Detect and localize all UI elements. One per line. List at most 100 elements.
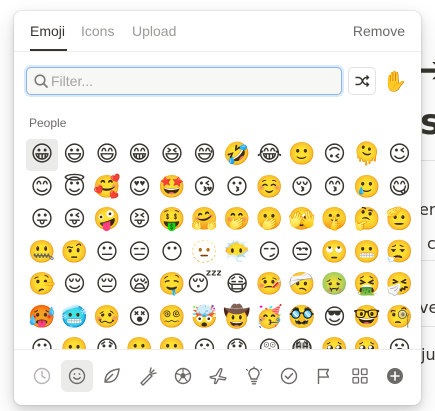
emoji-cell[interactable]: 🫣 xyxy=(286,204,318,236)
emoji-cell[interactable]: 🫠 xyxy=(351,139,383,171)
emoji-cell[interactable]: 🤭 xyxy=(221,204,253,236)
emoji-cell[interactable]: 🙄 xyxy=(319,237,351,269)
emoji-cell[interactable]: 😜 xyxy=(59,204,91,236)
search-box xyxy=(26,67,342,95)
emoji-cell[interactable]: 🫥 xyxy=(189,237,221,269)
category-custom[interactable] xyxy=(344,360,376,392)
emoji-cell[interactable]: 🤢 xyxy=(319,269,351,301)
emoji-cell[interactable]: 😃 xyxy=(59,139,91,171)
emoji-cell[interactable]: 😋 xyxy=(384,172,416,204)
emoji-cell[interactable]: 🤨 xyxy=(59,237,91,269)
emoji-cell[interactable]: 🤤 xyxy=(156,269,188,301)
background-heading-fragment: s xyxy=(420,102,435,143)
category-people[interactable] xyxy=(61,360,93,392)
emoji-cell[interactable]: 🙂 xyxy=(286,139,318,171)
emoji-cell[interactable]: 😊 xyxy=(26,172,58,204)
tab-emoji[interactable]: Emoji xyxy=(30,23,65,39)
tab-icons[interactable]: Icons xyxy=(81,23,114,39)
emoji-cell[interactable]: 🙃 xyxy=(319,139,351,171)
emoji-cell[interactable]: 😛 xyxy=(26,204,58,236)
category-symbols[interactable] xyxy=(273,360,305,392)
emoji-cell[interactable]: 😴 xyxy=(187,269,222,301)
category-recent[interactable] xyxy=(26,360,58,392)
emoji-cell[interactable]: 🤧 xyxy=(384,269,416,301)
emoji-cell[interactable]: 🤮 xyxy=(351,269,383,301)
emoji-cell[interactable]: 😉 xyxy=(384,139,416,171)
background-divider xyxy=(420,326,435,327)
emoji-cell[interactable]: 😒 xyxy=(286,237,318,269)
emoji-cell[interactable]: 😵‍💫 xyxy=(156,302,188,334)
emoji-cell[interactable]: 🤠 xyxy=(221,302,253,334)
category-flags[interactable] xyxy=(308,360,340,392)
emoji-cell[interactable]: 😗 xyxy=(221,172,253,204)
skin-tone-button[interactable]: ✋ xyxy=(381,67,409,95)
emoji-cell[interactable]: 😔 xyxy=(91,269,123,301)
emoji-cell[interactable]: 🤑 xyxy=(156,204,188,236)
emoji-cell[interactable]: 😮‍💨 xyxy=(384,237,416,269)
emoji-cell[interactable]: 🤯 xyxy=(189,302,221,334)
emoji-cell[interactable]: 😑 xyxy=(124,237,156,269)
plus-circle-icon xyxy=(387,368,403,384)
emoji-cell[interactable]: 🤓 xyxy=(351,302,383,334)
grid-icon xyxy=(352,368,368,384)
emoji-cell[interactable]: 🤫 xyxy=(319,204,351,236)
emoji-cell[interactable]: 😶 xyxy=(156,237,188,269)
emoji-cell[interactable]: 🥶 xyxy=(59,302,91,334)
search-icon xyxy=(34,74,48,88)
filter-input[interactable] xyxy=(51,70,333,92)
emoji-cell[interactable]: 🥰 xyxy=(91,172,123,204)
emoji-cell[interactable]: 😙 xyxy=(319,172,351,204)
emoji-cell[interactable]: 🤪 xyxy=(91,204,123,236)
emoji-cell[interactable]: 🤩 xyxy=(156,172,188,204)
emoji-cell[interactable]: 😇 xyxy=(59,172,91,204)
emoji-cell[interactable]: 😁 xyxy=(124,139,156,171)
emoji-cell[interactable]: 😄 xyxy=(91,139,123,171)
category-food[interactable] xyxy=(132,360,164,392)
emoji-cell[interactable]: 😚 xyxy=(286,172,318,204)
emoji-cell[interactable]: 😏 xyxy=(254,237,286,269)
add-custom-emoji-button[interactable] xyxy=(379,360,411,392)
emoji-cell[interactable]: 😝 xyxy=(124,204,156,236)
emoji-cell[interactable]: 🥴 xyxy=(91,302,123,334)
emoji-cell[interactable]: 😂 xyxy=(254,139,286,171)
emoji-cell[interactable]: 🤥 xyxy=(26,269,58,301)
clock-icon xyxy=(33,367,51,385)
emoji-cell[interactable]: 🥲 xyxy=(351,172,383,204)
emoji-cell[interactable]: 🧐 xyxy=(384,302,416,334)
emoji-picker-popover: Emoji Icons Upload Remove ✋ People 😀😃😄😁😆… xyxy=(14,11,421,405)
emoji-cell[interactable]: 🤣 xyxy=(221,139,253,171)
emoji-cell[interactable]: 🤐 xyxy=(26,237,58,269)
emoji-cell[interactable]: 🥵 xyxy=(26,302,58,334)
category-nature[interactable] xyxy=(96,360,128,392)
emoji-cell[interactable]: 😐 xyxy=(91,237,123,269)
emoji-cell[interactable]: 😍 xyxy=(124,172,156,204)
emoji-cell[interactable]: 😪 xyxy=(124,269,156,301)
emoji-cell[interactable]: 😀 xyxy=(26,139,58,171)
random-emoji-button[interactable] xyxy=(348,67,376,95)
emoji-cell[interactable]: 🫢 xyxy=(254,204,286,236)
emoji-cell[interactable]: 😘 xyxy=(189,172,221,204)
emoji-cell[interactable]: 🫡 xyxy=(384,204,416,236)
remove-button[interactable]: Remove xyxy=(353,23,405,39)
background-text-fragment: ve xyxy=(419,298,435,317)
category-objects[interactable] xyxy=(238,360,270,392)
emoji-cell[interactable]: 😶‍🌫️ xyxy=(221,237,253,269)
emoji-cell[interactable]: 🤔 xyxy=(351,204,383,236)
emoji-cell[interactable]: 😵 xyxy=(124,302,156,334)
tab-upload[interactable]: Upload xyxy=(132,23,176,39)
emoji-cell[interactable]: 😬 xyxy=(351,237,383,269)
emoji-cell[interactable]: 🥳 xyxy=(254,302,286,334)
emoji-cell[interactable]: 🤕 xyxy=(286,269,318,301)
emoji-cell[interactable]: 😷 xyxy=(221,269,253,301)
emoji-cell[interactable]: 😅 xyxy=(189,139,221,171)
emoji-cell[interactable]: 🤗 xyxy=(189,204,221,236)
emoji-cell[interactable]: ☺️ xyxy=(254,172,286,204)
emoji-cell[interactable]: 😌 xyxy=(59,269,91,301)
flag-icon xyxy=(317,368,330,384)
category-activity[interactable] xyxy=(167,360,199,392)
emoji-cell[interactable]: 😆 xyxy=(156,139,188,171)
emoji-cell[interactable]: 🥸 xyxy=(286,302,318,334)
emoji-cell[interactable]: 🤒 xyxy=(254,269,286,301)
emoji-cell[interactable]: 😎 xyxy=(319,302,351,334)
category-travel[interactable] xyxy=(202,360,234,392)
